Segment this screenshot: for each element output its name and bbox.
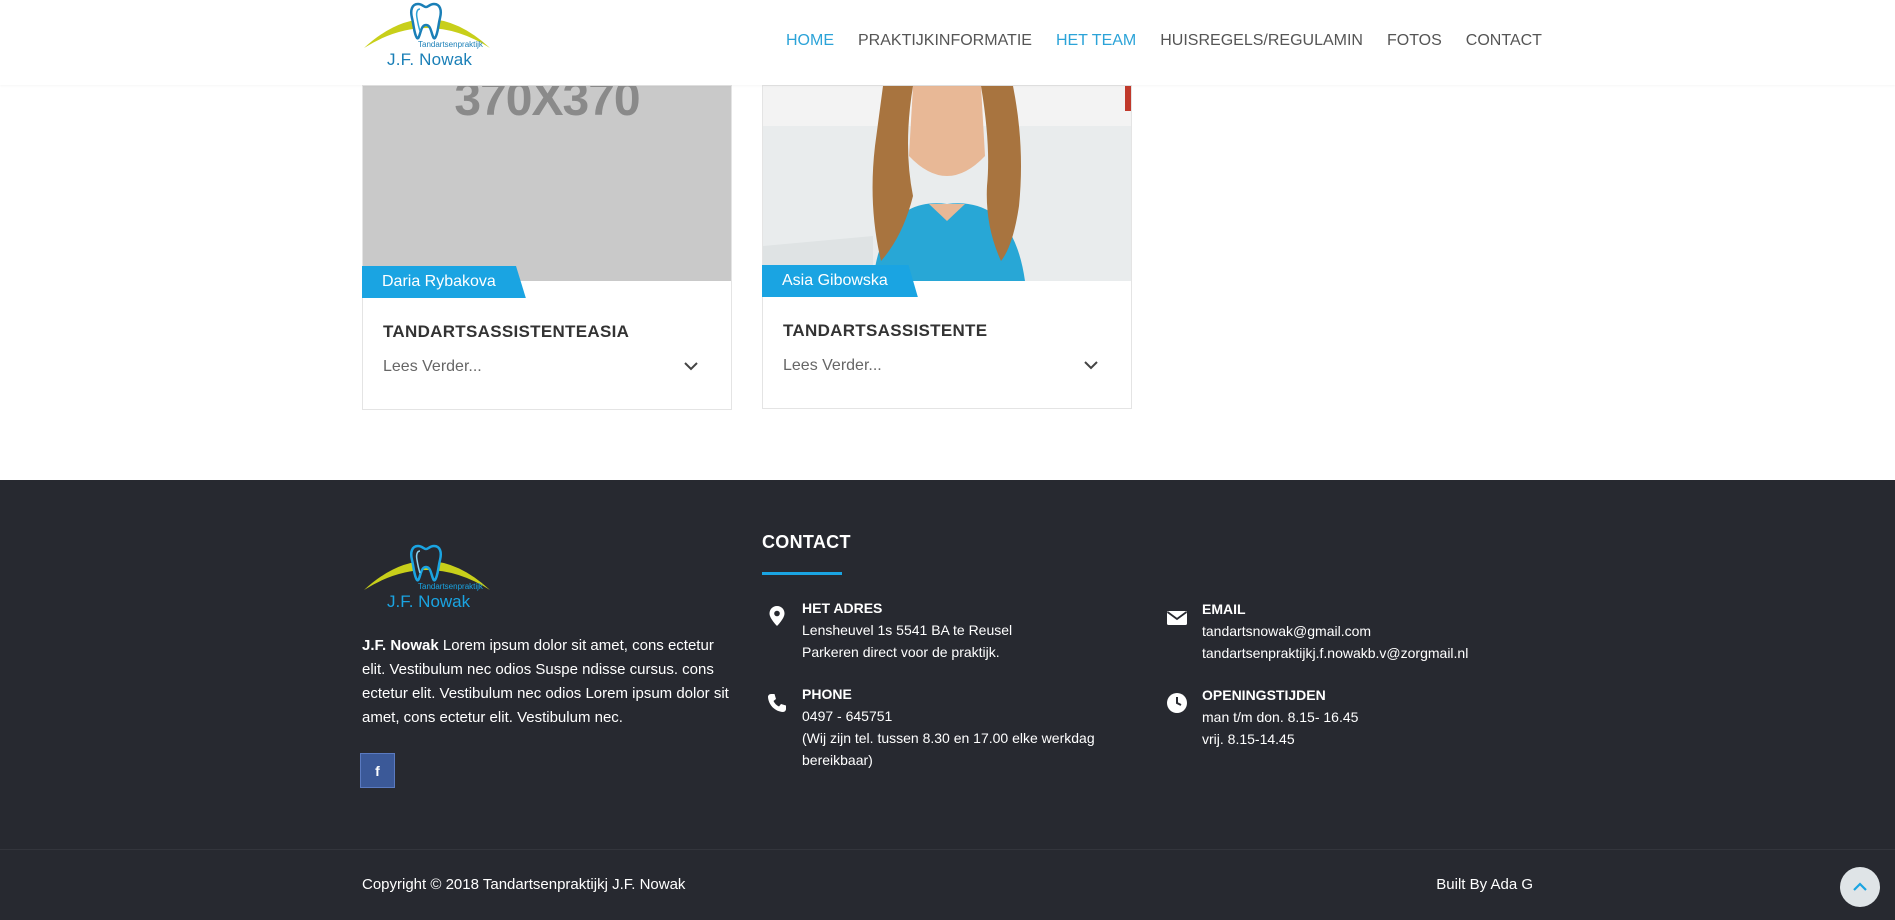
nav-contact[interactable]: CONTACT — [1466, 32, 1542, 50]
member-name-tag: Daria Rybakova — [362, 266, 526, 298]
phone-note: (Wij zijn tel. tussen 8.30 en 17.00 elke… — [802, 730, 1095, 746]
contact-heading: CONTACT — [762, 532, 851, 552]
placeholder-text: 370X370 — [454, 86, 640, 126]
contact-email: EMAIL tandartsnowak@gmail.com tandartsen… — [1202, 598, 1468, 664]
scroll-to-top-button[interactable] — [1840, 867, 1880, 907]
chevron-down-icon[interactable] — [683, 358, 699, 374]
about-name: J.F. Nowak — [362, 637, 439, 654]
address-note: Parkeren direct voor de praktijk. — [802, 644, 1000, 660]
member-role: TANDARTSASSISTENTEASIA — [383, 322, 630, 341]
contact-address: HET ADRES Lensheuvel 1s 5541 BA te Reuse… — [802, 597, 1012, 663]
built-by-text: Built By Ada G — [1436, 876, 1533, 893]
nav-huisregels[interactable]: HUISREGELS/REGULAMIN — [1160, 32, 1363, 50]
facebook-icon[interactable]: f — [360, 753, 395, 788]
team-photo-placeholder: 370X370 — [363, 86, 731, 281]
logo-tagline: Tandartsenpraktijk — [418, 40, 483, 49]
team-card: Asia Gibowska TANDARTSASSISTENTE Lees Ve… — [762, 85, 1132, 409]
envelope-icon — [1166, 611, 1188, 625]
phone-number[interactable]: 0497 - 645751 — [802, 705, 1095, 727]
team-card: 370X370 Daria Rybakova TANDARTSASSISTENT… — [362, 85, 732, 410]
site-footer: Tandartsenpraktijk J.F. Nowak J.F. Nowak… — [0, 480, 1895, 920]
nav-praktijkinformatie[interactable]: PRAKTIJKINFORMATIE — [858, 32, 1032, 50]
hours-friday: vrij. 8.15-14.45 — [1202, 731, 1295, 747]
chevron-down-icon[interactable] — [1083, 357, 1099, 373]
site-logo[interactable]: Tandartsenpraktijk J.F. Nowak — [362, 0, 492, 72]
read-more-link[interactable]: Lees Verder... — [383, 358, 482, 376]
nav-fotos[interactable]: FOTOS — [1387, 32, 1442, 50]
phone-icon — [768, 694, 786, 712]
logo-name: J.F. Nowak — [387, 50, 473, 69]
email-address[interactable]: tandartsnowak@gmail.com — [1202, 620, 1468, 642]
phone-note-cont: bereikbaar) — [802, 752, 873, 768]
logo-name: J.F. Nowak — [387, 592, 471, 611]
footer-logo[interactable]: Tandartsenpraktijk J.F. Nowak — [362, 542, 492, 614]
main-nav: HOME PRAKTIJKINFORMATIE HET TEAM HUISREG… — [786, 32, 1566, 50]
email-address-alt[interactable]: tandartsenpraktijkj.f.nowakb.v@zorgmail.… — [1202, 642, 1468, 664]
contact-phone: PHONE 0497 - 645751 (Wij zijn tel. tusse… — [802, 683, 1095, 771]
hours-weekdays: man t/m don. 8.15- 16.45 — [1202, 709, 1359, 725]
map-marker-icon — [769, 606, 785, 626]
copyright-text: Copyright © 2018 Tandartsenpraktijkj J.F… — [362, 876, 686, 893]
team-photo — [763, 86, 1131, 281]
site-header: Tandartsenpraktijk J.F. Nowak HOME PRAKT… — [0, 0, 1895, 85]
phone-label: PHONE — [802, 686, 852, 702]
member-role: TANDARTSASSISTENTE — [783, 321, 988, 340]
logo-tagline: Tandartsenpraktijk — [418, 582, 483, 591]
about-text: J.F. Nowak Lorem ipsum dolor sit amet, c… — [362, 634, 737, 730]
chevron-up-icon — [1853, 882, 1867, 891]
address-label: HET ADRES — [802, 600, 883, 616]
nav-home[interactable]: HOME — [786, 32, 834, 50]
portrait-image — [763, 86, 1131, 281]
email-label: EMAIL — [1202, 601, 1246, 617]
address-line: Lensheuvel 1s 5541 BA te Reusel — [802, 622, 1013, 638]
contact-hours: OPENINGSTIJDEN man t/m don. 8.15- 16.45 … — [1202, 684, 1358, 750]
heading-underline — [762, 572, 842, 575]
member-name-tag: Asia Gibowska — [762, 265, 918, 297]
footer-divider — [0, 849, 1895, 850]
nav-het-team[interactable]: HET TEAM — [1056, 32, 1136, 50]
clock-icon — [1167, 693, 1187, 713]
read-more-link[interactable]: Lees Verder... — [783, 357, 882, 375]
hours-label: OPENINGSTIJDEN — [1202, 687, 1326, 703]
